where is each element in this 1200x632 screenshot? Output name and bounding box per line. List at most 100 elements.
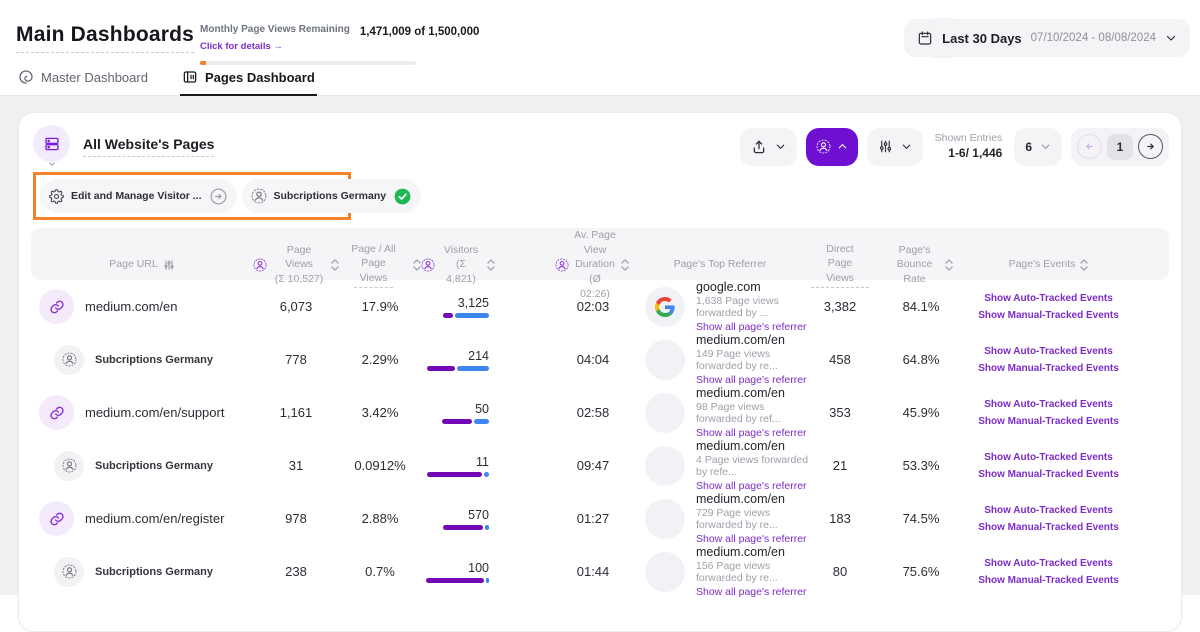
- referrer-name: medium.com/en: [696, 439, 811, 453]
- direct-views-value: 21: [811, 458, 889, 473]
- next-page-button[interactable]: [1138, 134, 1163, 159]
- referrer-desc: 1,638 Page views forwarded by ...: [696, 295, 811, 319]
- auto-events-link[interactable]: Show Auto-Tracked Events: [984, 293, 1113, 304]
- chevron-down-icon: [775, 141, 786, 152]
- show-all-referrer-link[interactable]: Show all page's referrer: [696, 427, 811, 439]
- table-row[interactable]: medium.com/en/register 978 2.88% 570 01:…: [31, 492, 1169, 545]
- auto-events-link[interactable]: Show Auto-Tracked Events: [984, 558, 1113, 569]
- visitors-bar-blue: [455, 313, 489, 318]
- page-share-value: 2.29%: [339, 352, 421, 367]
- visitors-value: 3,125: [458, 296, 489, 310]
- visitors-bar-purple: [443, 313, 453, 318]
- col-page-views[interactable]: Page Views (Σ 10,527): [253, 243, 339, 287]
- col-visitors[interactable]: Visitors (Σ 4,821): [421, 243, 525, 287]
- export-icon: [751, 139, 767, 155]
- auto-events-link[interactable]: Show Auto-Tracked Events: [984, 399, 1113, 410]
- col-label: Direct Page Views: [811, 242, 869, 288]
- visitors-cell: 50: [421, 402, 525, 424]
- segment-filter[interactable]: Subcriptions Germany: [242, 179, 422, 213]
- referrer-name: google.com: [696, 280, 811, 294]
- tab-master-dashboard[interactable]: Master Dashboard: [16, 61, 150, 96]
- sort-icon[interactable]: [413, 258, 421, 272]
- table-row[interactable]: medium.com/en/support 1,161 3.42% 50 02:…: [31, 386, 1169, 439]
- active-filters-highlight: Edit and Manage Visitor ... Subcriptions…: [33, 172, 351, 220]
- visitors-bar-purple: [443, 525, 483, 530]
- auto-events-link[interactable]: Show Auto-Tracked Events: [984, 505, 1113, 516]
- arrow-right-circle-icon: [209, 187, 228, 206]
- visitors-bar: [443, 313, 489, 318]
- page-url-label: Subcriptions Germany: [95, 566, 213, 578]
- manual-events-link[interactable]: Show Manual-Tracked Events: [978, 469, 1119, 480]
- column-settings-button[interactable]: [867, 128, 923, 166]
- chevron-down-icon: [47, 160, 57, 168]
- usage-details-link[interactable]: Click for details →: [200, 41, 283, 52]
- manual-events-link[interactable]: Show Manual-Tracked Events: [978, 416, 1119, 427]
- row-type-badge: [54, 345, 84, 375]
- page-url-label: medium.com/en/support: [85, 405, 224, 420]
- col-label: Page URL: [109, 257, 157, 272]
- col-label: Visitors: [444, 243, 478, 258]
- visitors-value: 570: [468, 508, 489, 522]
- page-size-select[interactable]: 6: [1014, 128, 1062, 166]
- show-all-referrer-link[interactable]: Show all page's referrer: [696, 533, 811, 545]
- prev-page-button[interactable]: [1077, 134, 1102, 159]
- chevron-down-icon: [901, 141, 912, 152]
- auto-events-link[interactable]: Show Auto-Tracked Events: [984, 452, 1113, 463]
- visitors-cell: 570: [421, 508, 525, 530]
- sort-icon[interactable]: [1080, 258, 1088, 272]
- col-bounce-rate[interactable]: Page's Bounce Rate: [889, 243, 981, 287]
- show-all-referrer-link[interactable]: Show all page's referrer: [696, 480, 811, 492]
- sort-icon[interactable]: [331, 258, 339, 272]
- shown-entries: Shown Entries 1-6/ 1,446: [935, 131, 1003, 161]
- tab-pages-dashboard[interactable]: Pages Dashboard: [180, 61, 317, 96]
- manual-events-link[interactable]: Show Manual-Tracked Events: [978, 575, 1119, 586]
- tab-label: Pages Dashboard: [205, 70, 315, 85]
- table-row[interactable]: Subcriptions Germany 778 2.29% 214 04:04: [31, 333, 1169, 386]
- row-type-badge: [39, 501, 74, 536]
- shown-entries-label: Shown Entries: [935, 131, 1003, 145]
- show-all-referrer-link[interactable]: Show all page's referrer: [696, 586, 811, 598]
- sort-icon[interactable]: [945, 258, 953, 272]
- show-all-referrer-link[interactable]: Show all page's referrer: [696, 321, 811, 333]
- events-cell: Show Auto-Tracked Events Show Manual-Tra…: [981, 293, 1171, 321]
- visitors-bar-purple: [427, 366, 455, 371]
- table-type-selector[interactable]: [33, 125, 70, 168]
- visitor-icon: [421, 258, 435, 272]
- auto-events-link[interactable]: Show Auto-Tracked Events: [984, 346, 1113, 357]
- visitor-icon: [816, 139, 831, 154]
- pagination: 1: [1071, 128, 1169, 166]
- date-range-picker[interactable]: Last 30 Days 07/10/2024 - 08/08/2024: [904, 19, 1190, 57]
- visitors-bar-blue: [485, 525, 489, 530]
- export-button[interactable]: [740, 128, 797, 166]
- top-bar: Main Dashboards Monthly Page Views Remai…: [0, 0, 1200, 96]
- page-size-value: 6: [1025, 140, 1032, 154]
- sliders-icon: [878, 139, 893, 154]
- link-icon-badge: [49, 405, 65, 421]
- col-label: Rate: [903, 272, 925, 287]
- edit-visitor-filter[interactable]: Edit and Manage Visitor ...: [40, 179, 237, 213]
- manual-events-link[interactable]: Show Manual-Tracked Events: [978, 522, 1119, 533]
- shown-entries-value: 1-6/ 1,446: [935, 145, 1003, 161]
- current-page[interactable]: 1: [1107, 134, 1133, 160]
- show-all-referrer-link[interactable]: Show all page's referrer: [696, 374, 811, 386]
- table-row[interactable]: Subcriptions Germany 238 0.7% 100 01:44: [31, 545, 1169, 598]
- sort-icon[interactable]: [487, 258, 495, 272]
- manual-events-link[interactable]: Show Manual-Tracked Events: [978, 363, 1119, 374]
- page-share-value: 0.7%: [339, 564, 421, 579]
- table-row[interactable]: Subcriptions Germany 31 0.0912% 11 09:47: [31, 439, 1169, 492]
- events-cell: Show Auto-Tracked Events Show Manual-Tra…: [981, 346, 1171, 374]
- col-page-events[interactable]: Page's Events: [981, 257, 1171, 272]
- col-top-referrer: Page's Top Referrer: [629, 257, 811, 272]
- col-page-share[interactable]: Page / All Page Views: [339, 242, 421, 288]
- referrer-avatar: [645, 499, 685, 539]
- manual-events-link[interactable]: Show Manual-Tracked Events: [978, 310, 1119, 321]
- usage-widget: Monthly Page Views Remaining Click for d…: [200, 23, 416, 65]
- column-filter-icon[interactable]: [163, 259, 175, 271]
- bounce-rate-value: 84.1%: [889, 299, 981, 314]
- col-label: Av. Page View: [574, 228, 616, 257]
- col-page-url[interactable]: Page URL: [31, 257, 253, 272]
- visitor-segment-button[interactable]: [806, 128, 858, 166]
- referrer-avatar: [645, 446, 685, 486]
- col-avg-duration[interactable]: Av. Page View Duration (Ø 02:26): [525, 228, 629, 301]
- sort-icon[interactable]: [621, 258, 629, 272]
